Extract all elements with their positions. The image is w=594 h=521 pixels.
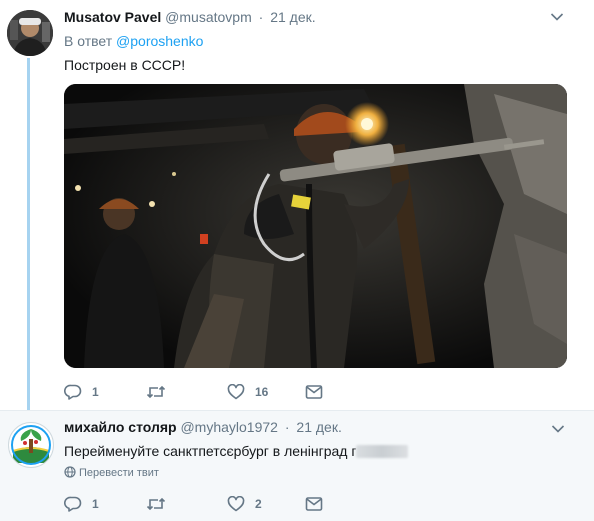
tweet[interactable]: Musatov Pavel @musatovpm · 21 дек. В отв… [0, 0, 594, 413]
direct-message-icon [305, 385, 323, 399]
like-button[interactable]: 16 [227, 382, 268, 402]
reply-mention-link[interactable]: @poroshenko [116, 33, 203, 49]
globe-icon [64, 466, 76, 478]
caret-down-icon[interactable] [551, 424, 565, 434]
separator: · [258, 9, 264, 25]
retweet-button[interactable] [146, 494, 176, 514]
tweet-text: Построен в СССР! [64, 57, 186, 73]
retweet-icon [146, 385, 166, 399]
author-handle[interactable]: @musatovpm [165, 9, 252, 25]
tweet-text-content: Перейменуйте санктпетсєрбург в ленінград… [64, 443, 357, 459]
tweet-header: Musatov Pavel @musatovpm · 21 дек. [64, 8, 316, 26]
tweet-text: Перейменуйте санктпетсєрбург в ленінград… [64, 442, 409, 460]
author-name[interactable]: михайло столяр [64, 419, 177, 435]
like-icon [227, 384, 245, 400]
photo-miner-with-jackhammer [64, 84, 567, 368]
reply-icon [64, 384, 82, 400]
avatar[interactable] [8, 422, 54, 468]
timestamp[interactable]: 21 дек. [270, 9, 315, 25]
direct-message-button[interactable] [305, 494, 333, 514]
translate-label: Перевести твит [79, 467, 159, 479]
like-icon [227, 496, 245, 512]
like-count: 16 [255, 385, 269, 399]
tweet-header: михайло столяр @myhaylo1972 · 21 дек. [64, 418, 342, 436]
blurred-text [356, 445, 409, 458]
caret-down-icon[interactable] [550, 12, 564, 22]
author-handle[interactable]: @myhaylo1972 [180, 419, 278, 435]
tweet-photo[interactable] [64, 84, 567, 368]
reply-count: 1 [92, 385, 99, 399]
author-name[interactable]: Musatov Pavel [64, 9, 161, 25]
thread-connector [27, 58, 30, 413]
translate-tweet-link[interactable]: Перевести твит [64, 466, 159, 480]
like-button[interactable]: 2 [227, 494, 262, 514]
like-count: 2 [255, 497, 262, 511]
reply-button[interactable]: 1 [64, 382, 99, 402]
reply-count: 1 [92, 497, 99, 511]
reply-context: В ответ @poroshenko [64, 32, 203, 50]
retweet-button[interactable] [146, 382, 176, 402]
timestamp[interactable]: 21 дек. [296, 419, 341, 435]
tweet-actions: 1 2 [64, 494, 384, 514]
reply-button[interactable]: 1 [64, 494, 99, 514]
retweet-icon [146, 497, 166, 511]
avatar[interactable] [7, 10, 53, 56]
reply-prefix: В ответ [64, 33, 113, 49]
reply-icon [64, 496, 82, 512]
direct-message-button[interactable] [305, 382, 333, 402]
direct-message-icon [305, 497, 323, 511]
tweet-actions: 1 16 [64, 382, 384, 402]
separator: · [284, 419, 290, 435]
